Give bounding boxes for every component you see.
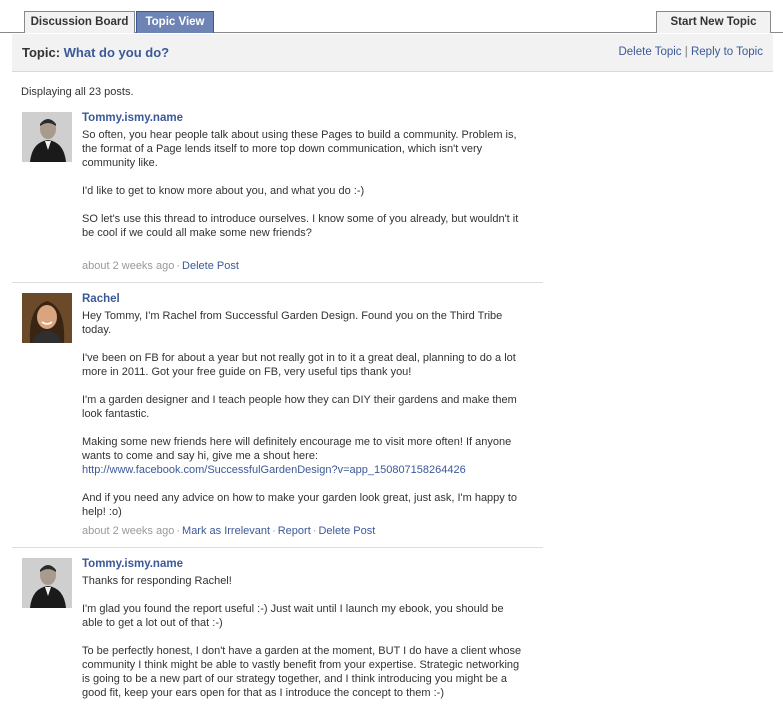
report-link[interactable]: Report <box>278 525 311 537</box>
tab-bar: Discussion Board Topic View Start New To… <box>0 0 783 33</box>
avatar[interactable] <box>22 558 72 608</box>
post-meta: about 2 weeks ago · Delete Post <box>82 260 239 272</box>
post-paragraph: So often, you hear people talk about usi… <box>82 129 517 169</box>
post-paragraph-text: Making some new friends here will defini… <box>82 436 512 462</box>
post-author[interactable]: Tommy.ismy.name <box>82 112 183 124</box>
post-paragraph: I've been on FB for about a year but not… <box>82 352 516 378</box>
post-count: Displaying all 23 posts. <box>21 86 134 98</box>
start-new-topic-button[interactable]: Start New Topic <box>656 11 771 33</box>
post-paragraph: I'd like to get to know more about you, … <box>82 185 365 197</box>
post-timestamp: about 2 weeks ago <box>82 260 175 272</box>
post-paragraph: And if you need any advice on how to mak… <box>82 492 518 518</box>
post-divider <box>12 282 543 283</box>
tab-topic-view[interactable]: Topic View <box>136 11 214 33</box>
delete-post-link[interactable]: Delete Post <box>318 525 375 537</box>
post-body: Hey Tommy, I'm Rachel from Successful Ga… <box>82 309 522 533</box>
delete-topic-link[interactable]: Delete Topic <box>618 46 681 58</box>
profile-photo-man-icon <box>22 112 72 162</box>
post-paragraph: I'm a garden designer and I teach people… <box>82 394 517 420</box>
post-paragraph: SO let's use this thread to introduce ou… <box>82 213 519 239</box>
post-author[interactable]: Tommy.ismy.name <box>82 558 183 570</box>
garden-design-link[interactable]: http://www.facebook.com/SuccessfulGarden… <box>82 464 466 476</box>
mark-irrelevant-link[interactable]: Mark as Irrelevant <box>182 525 270 537</box>
post-paragraph: Hey Tommy, I'm Rachel from Successful Ga… <box>82 310 503 336</box>
actions-separator: | <box>684 46 688 58</box>
post-body: Thanks for responding Rachel! I'm glad y… <box>82 574 522 714</box>
topic-header: Topic: What do you do? Delete Topic | Re… <box>12 34 773 72</box>
topic-title[interactable]: What do you do? <box>64 45 169 60</box>
post-paragraph: To be perfectly honest, I don't have a g… <box>82 645 522 699</box>
reply-to-topic-link[interactable]: Reply to Topic <box>691 46 763 58</box>
post-meta: about 2 weeks ago · Mark as Irrelevant · Rep… <box>82 525 376 537</box>
post-author[interactable]: Rachel <box>82 293 120 305</box>
post-paragraph: I'm glad you found the report useful :-)… <box>82 603 504 629</box>
topic-heading: Topic: What do you do? <box>22 45 169 60</box>
profile-photo-man-icon <box>22 558 72 608</box>
post-paragraph: Thanks for responding Rachel! <box>82 575 232 587</box>
post-paragraph: Making some new friends here will defini… <box>82 435 522 477</box>
avatar[interactable] <box>22 293 72 343</box>
post-body: So often, you hear people talk about usi… <box>82 128 522 254</box>
post-divider <box>12 547 543 548</box>
avatar[interactable] <box>22 112 72 162</box>
topic-label: Topic: <box>22 45 61 60</box>
post-timestamp: about 2 weeks ago <box>82 525 175 537</box>
tab-discussion-board[interactable]: Discussion Board <box>24 11 135 33</box>
profile-photo-woman-icon <box>22 293 72 343</box>
delete-post-link[interactable]: Delete Post <box>182 260 239 272</box>
topic-actions: Delete Topic | Reply to Topic <box>618 46 763 58</box>
